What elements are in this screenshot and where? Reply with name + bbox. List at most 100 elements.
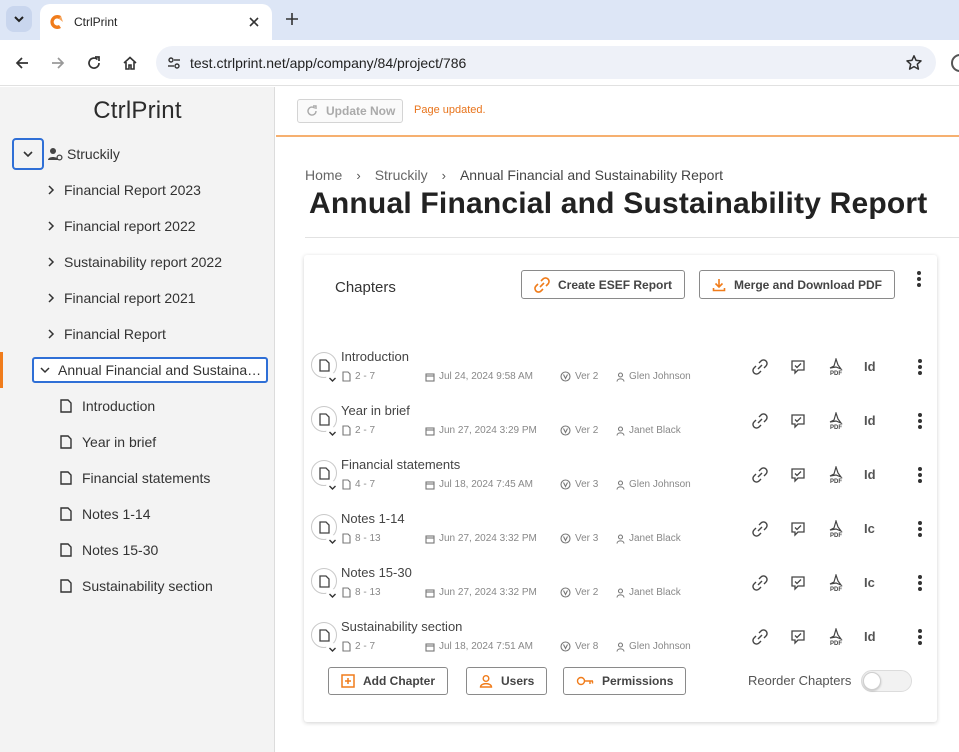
back-icon[interactable] [11, 52, 33, 74]
review-comments-icon[interactable] [788, 357, 808, 377]
user-icon [479, 675, 493, 688]
card-menu-icon[interactable] [912, 269, 926, 289]
user-icon [616, 371, 625, 382]
forward-icon[interactable] [47, 52, 69, 74]
chapter-row[interactable]: Notes 1-14 8 - 13 Jun 27, 2024 3:32 PM V… [308, 511, 933, 561]
link-icon[interactable] [750, 411, 770, 431]
sidebar-project[interactable]: Sustainability report 2022 [44, 245, 222, 279]
review-comments-icon[interactable] [788, 465, 808, 485]
indesign-marker[interactable]: Id [864, 413, 876, 428]
pdf-icon[interactable]: PDF [826, 627, 846, 647]
sidebar-chapter[interactable]: Notes 15-30 [60, 533, 158, 567]
pdf-icon[interactable]: PDF [826, 357, 846, 377]
row-menu-icon[interactable] [913, 465, 927, 485]
chapter-version: Ver 2 [560, 425, 598, 436]
chapter-row[interactable]: Financial statements 4 - 7 Jul 18, 2024 … [308, 457, 933, 507]
indesign-marker[interactable]: Id [864, 359, 876, 374]
breadcrumb-home[interactable]: Home [305, 167, 342, 183]
row-menu-icon[interactable] [913, 627, 927, 647]
pdf-icon[interactable]: PDF [826, 465, 846, 485]
close-tab-icon[interactable] [246, 14, 262, 30]
chevron-right-icon [44, 327, 58, 341]
row-menu-icon[interactable] [913, 573, 927, 593]
row-menu-icon[interactable] [913, 411, 927, 431]
link-icon[interactable] [750, 465, 770, 485]
pdf-icon[interactable]: PDF [826, 519, 846, 539]
indesign-marker[interactable]: Id [864, 467, 876, 482]
calendar-icon [425, 372, 435, 382]
chapter-name[interactable]: Notes 15-30 [341, 565, 412, 580]
chapter-name[interactable]: Year in brief [341, 403, 410, 418]
link-icon[interactable] [750, 573, 770, 593]
new-tab-icon[interactable] [282, 9, 302, 29]
review-comments-icon[interactable] [788, 573, 808, 593]
row-menu-icon[interactable] [913, 357, 927, 377]
version-icon [560, 425, 571, 436]
review-comments-icon[interactable] [788, 519, 808, 539]
chapter-row[interactable]: Notes 15-30 8 - 13 Jun 27, 2024 3:32 PM … [308, 565, 933, 615]
sidebar-project[interactable]: Financial Report [44, 317, 166, 351]
chapter-name[interactable]: Introduction [341, 349, 409, 364]
users-label: Users [501, 674, 535, 688]
update-now-button[interactable]: Update Now [297, 99, 403, 123]
row-menu-icon[interactable] [913, 519, 927, 539]
expand-chevron-icon[interactable] [326, 643, 338, 655]
users-button[interactable]: Users [466, 667, 548, 695]
reload-icon[interactable] [83, 52, 105, 74]
chapter-row[interactable]: Sustainability section 2 - 7 Jul 18, 202… [308, 619, 933, 669]
expand-chevron-icon[interactable] [326, 589, 338, 601]
pages-icon [342, 371, 351, 382]
collapse-company-button[interactable] [12, 138, 44, 170]
expand-chevron-icon[interactable] [326, 481, 338, 493]
extension-icon[interactable] [951, 54, 959, 72]
permissions-button[interactable]: Permissions [563, 667, 687, 695]
sidebar-chapter[interactable]: Year in brief [60, 425, 156, 459]
sidebar-chapter[interactable]: Financial statements [60, 461, 210, 495]
pdf-icon[interactable]: PDF [826, 573, 846, 593]
expand-chevron-icon[interactable] [326, 427, 338, 439]
chapter-row[interactable]: Introduction 2 - 7 Jul 24, 2024 9:58 AM … [308, 349, 933, 399]
sidebar-project[interactable]: Financial Report 2023 [44, 173, 201, 207]
sidebar-project[interactable]: Financial report 2021 [44, 281, 196, 315]
tab-search-button[interactable] [6, 6, 32, 32]
chapter-name[interactable]: Financial statements [341, 457, 460, 472]
update-bar: Update Now Page updated. [276, 87, 959, 137]
indesign-marker[interactable]: Id [864, 629, 876, 644]
review-comments-icon[interactable] [788, 627, 808, 647]
expand-chevron-icon[interactable] [326, 373, 338, 385]
chapter-version: Ver 3 [560, 479, 598, 490]
breadcrumb-company[interactable]: Struckily [375, 167, 428, 183]
pages-icon [342, 479, 351, 490]
link-icon[interactable] [750, 627, 770, 647]
company-users-icon [48, 148, 63, 161]
sidebar-project-selected[interactable]: Annual Financial and Sustainability Repo… [32, 357, 268, 383]
sidebar-chapter[interactable]: Notes 1-14 [60, 497, 150, 531]
link-icon[interactable] [750, 519, 770, 539]
link-icon[interactable] [750, 357, 770, 377]
sidebar-chapter[interactable]: Introduction [60, 389, 155, 423]
pdf-icon[interactable]: PDF [826, 411, 846, 431]
indesign-marker[interactable]: Ic [864, 575, 875, 590]
create-esef-report-button[interactable]: Create ESEF Report [521, 270, 686, 299]
reorder-chapters-toggle[interactable] [861, 670, 912, 692]
pages-icon [342, 641, 351, 652]
url-field[interactable]: test.ctrlprint.net/app/company/84/projec… [156, 46, 936, 79]
sidebar-company-struckily[interactable]: Struckily [12, 137, 120, 171]
add-chapter-button[interactable]: Add Chapter [328, 667, 448, 695]
site-settings-icon[interactable] [166, 55, 182, 71]
chapter-row[interactable]: Year in brief 2 - 7 Jun 27, 2024 3:29 PM… [308, 403, 933, 453]
review-comments-icon[interactable] [788, 411, 808, 431]
home-icon[interactable] [119, 52, 141, 74]
chapter-name[interactable]: Notes 1-14 [341, 511, 405, 526]
sidebar-project[interactable]: Financial report 2022 [44, 209, 196, 243]
sidebar-chapter[interactable]: Sustainability section [60, 569, 213, 603]
chapter-pages: 2 - 7 [342, 425, 375, 436]
merge-download-pdf-button[interactable]: Merge and Download PDF [699, 270, 896, 299]
bookmark-star-icon[interactable] [904, 53, 924, 73]
expand-chevron-icon[interactable] [326, 535, 338, 547]
svg-text:PDF: PDF [830, 533, 842, 538]
indesign-marker[interactable]: Ic [864, 521, 875, 536]
download-icon [712, 278, 726, 291]
chapter-name[interactable]: Sustainability section [341, 619, 462, 634]
browser-tab[interactable]: CtrlPrint [40, 4, 272, 40]
